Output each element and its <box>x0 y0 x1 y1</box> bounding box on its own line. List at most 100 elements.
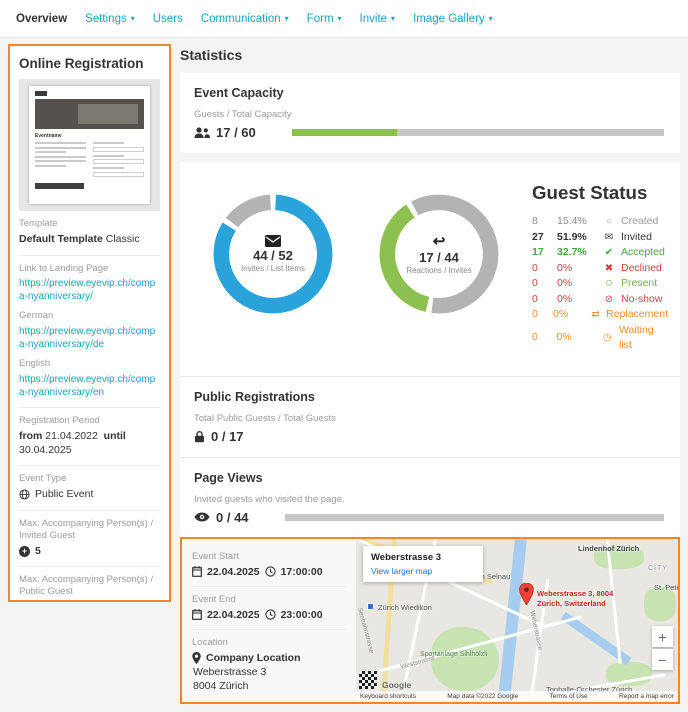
statistics-panel: Event Capacity Guests / Total Capacity 1… <box>180 73 680 538</box>
status-percent: 0% <box>557 261 573 274</box>
nav-item-image-gallery[interactable]: Image Gallery ▾ <box>404 13 502 25</box>
created-circle-icon: ○ <box>605 216 613 227</box>
map-marker-pin-icon[interactable] <box>519 582 534 610</box>
nav-item-communication[interactable]: Communication ▾ <box>192 13 298 25</box>
event-capacity-subtitle: Guests / Total Capacity <box>194 109 292 120</box>
chevron-down-icon: ▾ <box>488 13 493 23</box>
zoom-out-button[interactable]: − <box>652 649 673 670</box>
declined-x-icon: ✖ <box>604 262 614 274</box>
event-start-date: 22.04.2025 <box>207 565 260 578</box>
map-attribution-bar: Keyboard shortcuts Map data ©2022 Google… <box>356 691 678 702</box>
status-percent: 15.4% <box>557 215 587 227</box>
landing-link-german[interactable]: https://preview.eyevip.ch/compa-nyannive… <box>19 325 160 351</box>
location-name: Company Location <box>192 651 346 664</box>
nav-item-overview[interactable]: Overview <box>7 13 76 25</box>
street-view-thumbnail[interactable] <box>359 671 377 689</box>
invites-donut-box: 44 / 52 Invites / List Items <box>190 178 356 354</box>
landing-page-label: Link to Landing Page <box>19 262 109 274</box>
map-label-wiedikon: Zürich Wiedikon <box>378 603 432 612</box>
nav-label: Overview <box>16 12 68 25</box>
clock-icon <box>264 609 276 620</box>
map-street-seebahnstrasse: Seebahnstrasse <box>356 606 375 655</box>
status-percent: 0% <box>552 308 569 320</box>
page-views-numbers: 0 / 44 <box>216 509 249 525</box>
location-address-line1: Weberstrasse 3 <box>193 665 267 678</box>
max-public-number: 0 <box>35 601 41 602</box>
globe-icon <box>19 489 30 501</box>
event-details-box: Event Start 22.04.2025 17:00:00 Event En… <box>180 537 680 704</box>
page-views-section: Page Views Invited guests who visited th… <box>180 458 680 538</box>
public-registrations-title: Public Registrations <box>194 389 315 404</box>
reactions-donut-caption: Reactions / Invites <box>406 265 472 275</box>
keyboard-shortcuts-button[interactable]: Keyboard shortcuts <box>360 693 416 700</box>
event-start-label: Event Start <box>192 551 239 562</box>
capacity-progress-fill <box>291 129 398 136</box>
event-type-text: Public Event <box>35 488 94 501</box>
from-date: 21.04.2022 <box>45 430 98 443</box>
envelope-icon <box>265 235 281 247</box>
registration-period-value: from 21.04.2022 until 30.04.2025 <box>19 430 160 457</box>
reply-icon: ↩ <box>432 232 446 250</box>
max-invited-number: 5 <box>35 544 41 557</box>
template-value: Default Template Classic <box>19 233 160 247</box>
capacity-numbers: 17 / 60 <box>216 125 256 140</box>
template-label: Template <box>19 218 58 229</box>
top-nav: Overview Settings ▾ Users Communication ▾ … <box>0 0 688 38</box>
event-capacity-value: 17 / 60 <box>194 125 256 140</box>
report-map-error-link[interactable]: Report a map error <box>619 693 674 700</box>
zoom-in-button[interactable]: + <box>652 626 673 647</box>
public-registrations-value: 0 / 17 <box>194 429 666 444</box>
nav-label: Settings <box>85 12 127 25</box>
event-type-value: Public Event <box>19 488 160 502</box>
charts-section: 44 / 52 Invites / List Items ↩ 17 / 44 R… <box>180 162 680 376</box>
calendar-icon <box>192 566 202 578</box>
event-end-time: 23:00:00 <box>280 608 323 621</box>
landing-page-preview[interactable]: Eventname <box>19 79 160 211</box>
terms-of-use-link[interactable]: Terms of Use <box>549 693 587 700</box>
landing-link-english[interactable]: https://preview.eyevip.ch/compa-nyannive… <box>19 373 160 399</box>
map-info-title: Weberstrasse 3 <box>371 552 442 563</box>
map-park <box>644 587 676 621</box>
invited-envelope-icon: ✉ <box>604 231 614 243</box>
chevron-down-icon: ▾ <box>391 13 396 23</box>
max-public-value: + 0 <box>19 601 160 602</box>
google-map[interactable]: Lindenhof Zürich CITY St. Peter Zürich S… <box>356 539 678 702</box>
preview-hero-image <box>35 99 144 129</box>
replacement-swap-icon: ⇄ <box>591 309 600 320</box>
landing-link-default[interactable]: https://preview.eyevip.ch/compa-nyannive… <box>19 277 160 303</box>
status-count: 0 <box>532 331 538 344</box>
location-name-text: Company Location <box>206 651 301 664</box>
view-larger-map-link[interactable]: View larger map <box>371 566 475 576</box>
map-park <box>431 627 499 691</box>
nav-item-settings[interactable]: Settings ▾ <box>76 13 144 25</box>
guest-status-row: 0 0% ✖ Declined <box>532 261 668 277</box>
marker-label-line2: Zürich, Switzerland <box>537 598 606 608</box>
status-percent: 32.7% <box>557 246 587 258</box>
reactions-donut-center: ↩ 17 / 44 Reactions / Invites <box>377 192 501 316</box>
nav-label: Image Gallery <box>413 12 485 25</box>
map-info-window: Weberstrasse 3 View larger map <box>363 546 483 582</box>
map-label-lindenhof: Lindenhof Zürich <box>578 544 640 553</box>
preview-submit-button <box>35 182 85 189</box>
app-window: Overview Settings ▾ Users Communication ▾ … <box>0 0 688 712</box>
panel-title: Online Registration <box>19 56 144 71</box>
location-address-line2: 8004 Zürich <box>193 679 249 692</box>
max-public-label: Max. Accompanying Person(s) / Public Gue… <box>19 574 154 598</box>
guest-status-rows: 8 15.4% ○ Created 27 51.9% ✉ Invited 17 … <box>532 214 668 354</box>
nav-label: Form <box>306 12 334 25</box>
until-date: 30.04.2025 <box>19 443 72 456</box>
nav-item-invite[interactable]: Invite ▾ <box>351 13 405 25</box>
nav-item-users[interactable]: Users <box>144 13 192 25</box>
nav-item-form[interactable]: Form ▾ <box>298 13 351 25</box>
calendar-icon <box>192 609 202 621</box>
preview-event-title: Eventname <box>35 133 62 139</box>
marker-label-line1: Weberstrasse 3, 8004 <box>537 589 614 598</box>
registration-period-label: Registration Period <box>19 415 100 427</box>
map-label-st-peter: St. Peter <box>654 583 678 592</box>
status-count: 0 <box>532 308 538 320</box>
divider <box>19 465 160 467</box>
status-label: Waiting list <box>619 323 654 352</box>
event-type-label: Event Type <box>19 473 67 485</box>
preview-page: Eventname <box>29 86 150 204</box>
status-count: 27 <box>532 230 544 243</box>
